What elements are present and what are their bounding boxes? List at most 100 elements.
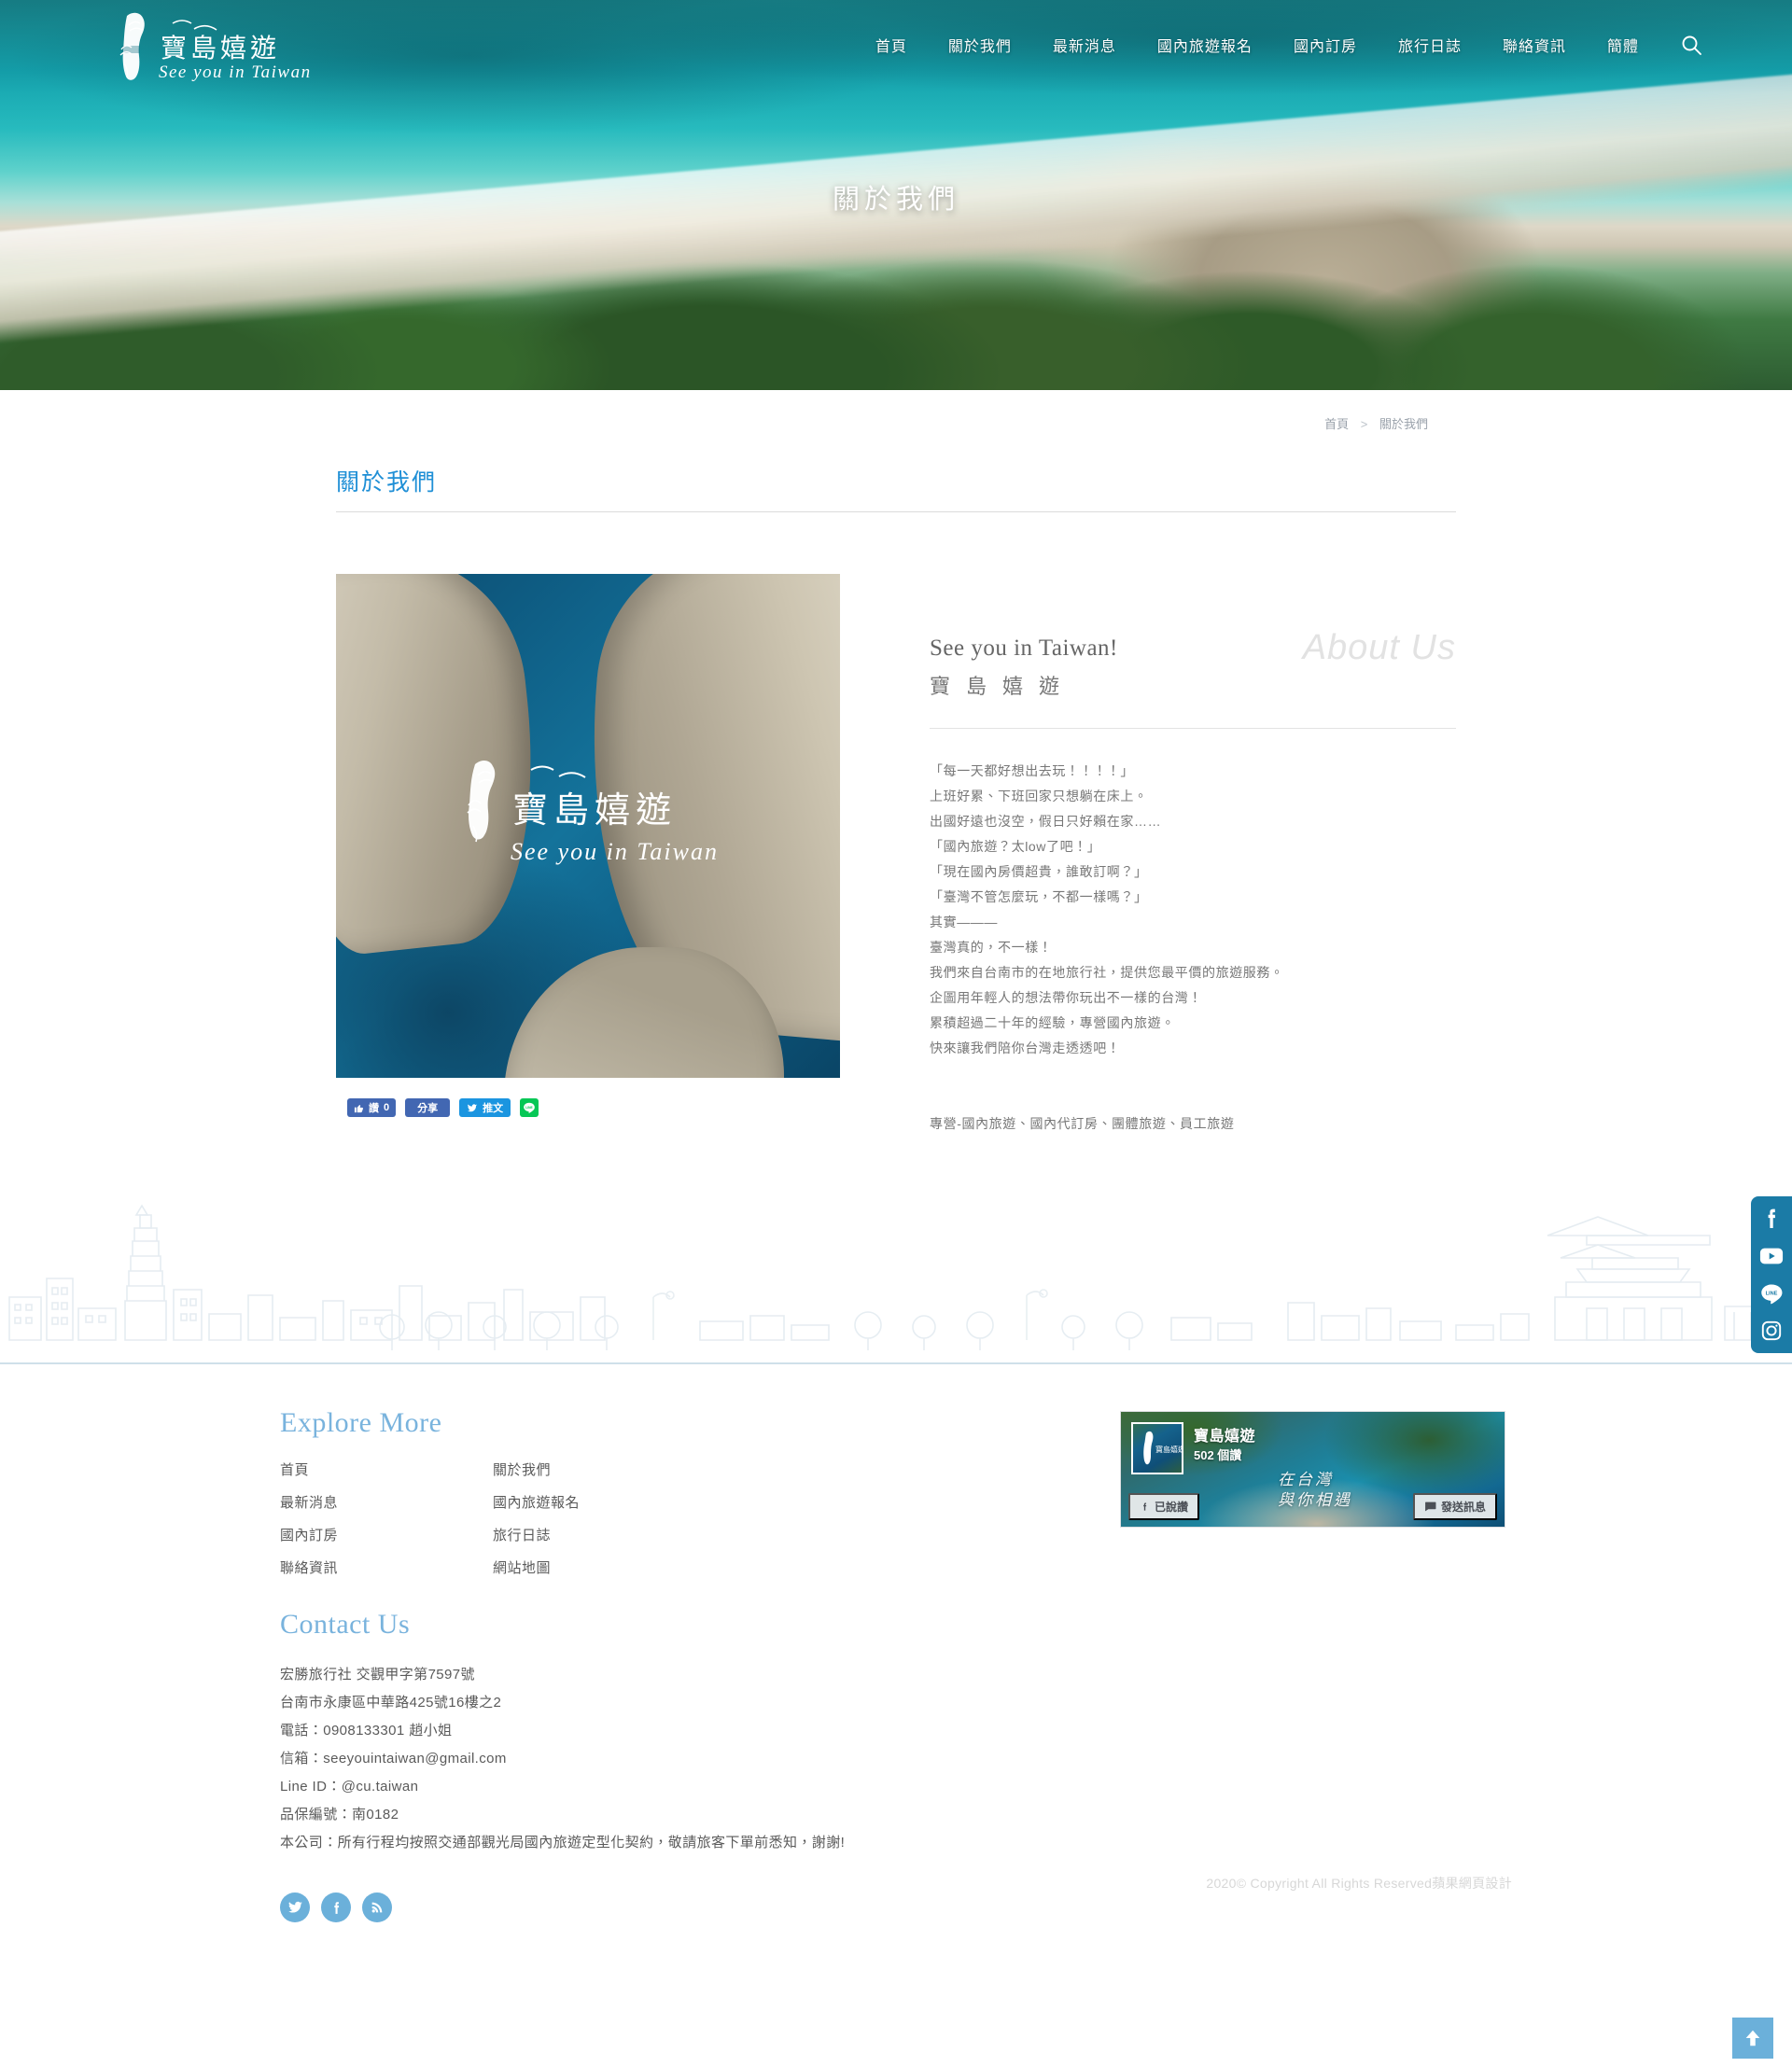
brand-logo-icon: 寶島嬉遊 See you in Taiwan	[467, 761, 719, 865]
site-header: 寶島嬉遊 See you in Taiwan 首頁 關於我們 最新消息 國內旅遊…	[0, 0, 1792, 90]
fb-cover-text-line1: 在台灣	[1278, 1471, 1334, 1489]
share-label: 分享	[417, 1103, 439, 1114]
search-button[interactable]	[1659, 26, 1712, 63]
nav-item-simplified-chinese[interactable]: 簡體	[1587, 24, 1659, 65]
about-line: 臺灣真的，不一樣！	[930, 940, 1053, 956]
about-section: 寶島嬉遊 See you in Taiwan 讚 0 分享 推文 LINE Se…	[336, 512, 1456, 1137]
svg-text:LINE: LINE	[525, 1106, 533, 1110]
about-title-group: See you in Taiwan! 寶島嬉遊	[930, 632, 1303, 702]
search-icon	[1682, 35, 1701, 55]
about-line: 「每一天都好想出去玩！！！！」	[930, 763, 1134, 779]
skyline-icon	[8, 1204, 1791, 1351]
fb-liked-button[interactable]: 已說讚	[1128, 1493, 1200, 1521]
about-watermark: About Us	[1302, 628, 1456, 667]
youtube-icon	[1759, 1248, 1784, 1264]
fb-cover-text-line2: 與你相遇	[1278, 1491, 1352, 1510]
footer-link-home[interactable]: 首頁	[280, 1459, 493, 1479]
about-line: 上班好累、下班回家只想躺在床上。	[930, 789, 1148, 804]
about-headings: See you in Taiwan! 寶島嬉遊 About Us	[930, 628, 1456, 730]
nav-item-home[interactable]: 首頁	[855, 24, 928, 65]
avatar-logo-icon: 寶島嬉遊	[1143, 1432, 1182, 1465]
footer-link-sitemap[interactable]: 網站地圖	[493, 1557, 1120, 1577]
twitter-icon	[468, 1103, 478, 1111]
footer-right-column: 在台灣 與你相遇 寶島嬉遊 寶島嬉遊 502 個讚	[1120, 1407, 1512, 1529]
hero-title: 關於我們	[832, 185, 959, 215]
about-line: 企圖用年輕人的想法帶你玩出不一樣的台灣！	[930, 990, 1202, 1006]
breadcrumb-home[interactable]: 首頁	[1324, 417, 1349, 431]
explore-more-title: Explore More	[280, 1407, 442, 1439]
svg-text:See you in Taiwan: See you in Taiwan	[511, 838, 719, 865]
nav-item-travel-journal[interactable]: 旅行日誌	[1378, 24, 1482, 65]
like-count: 0	[384, 1102, 390, 1113]
line-icon: LINE	[1761, 1284, 1783, 1304]
message-icon	[1425, 1501, 1436, 1512]
about-line: 累積超過二十年的經驗，專營國內旅遊。	[930, 1015, 1175, 1031]
facebook-icon	[1768, 1208, 1775, 1228]
fb-like-count: 502 個讚	[1194, 1448, 1242, 1463]
svg-text:LINE: LINE	[1766, 1291, 1778, 1296]
breadcrumb-current: 關於我們	[1379, 417, 1428, 431]
svg-text:寶島嬉遊: 寶島嬉遊	[161, 34, 280, 63]
about-body: 「每一天都好想出去玩！！！！」 上班好累、下班回家只想躺在床上。 出國好遠也沒空…	[930, 729, 1456, 1137]
about-line: 「現在國內房價超貴，誰敢訂啊？」	[930, 864, 1148, 880]
nav-item-domestic-booking[interactable]: 國內訂房	[1273, 24, 1378, 65]
float-facebook-link[interactable]	[1757, 1205, 1785, 1233]
fb-message-label: 發送訊息	[1440, 1501, 1486, 1515]
footer-contact-info: 宏勝旅行社 交觀甲字第7597號 台南市永康區中華路425號16樓之2 電話：0…	[280, 1661, 1120, 1857]
twitter-share-button[interactable]: 推文	[459, 1098, 511, 1117]
nav-item-domestic-tour-signup[interactable]: 國內旅遊報名	[1137, 24, 1273, 65]
photo-brand-overlay: 寶島嬉遊 See you in Taiwan	[336, 574, 840, 1078]
about-line: 「國內旅遊？太low了吧！」	[930, 839, 1101, 855]
footer-link-tour-signup[interactable]: 國內旅遊報名	[493, 1492, 1120, 1512]
footer-inner: Explore More 首頁 關於我們 最新消息 國內旅遊報名 國內訂房 旅行…	[224, 1407, 1568, 1923]
facebook-share-button[interactable]: 分享	[405, 1098, 451, 1117]
about-line: 我們來自台南市的在地旅行社，提供您最平價的旅遊服務。	[930, 965, 1284, 981]
about-photo: 寶島嬉遊 See you in Taiwan	[336, 574, 840, 1078]
footer-spacer	[0, 1920, 1792, 1988]
contact-line: Line ID：@cu.taiwan	[280, 1779, 419, 1795]
scroll-to-top-button[interactable]	[1732, 2018, 1773, 2059]
about-line: 「臺灣不管怎麼玩，不都一樣嗎？」	[930, 889, 1148, 905]
like-label: 讚	[369, 1103, 379, 1114]
nav-item-news[interactable]: 最新消息	[1032, 24, 1137, 65]
site-logo[interactable]: 寶島嬉遊 See you in Taiwan	[101, 7, 315, 83]
footer-rss-link[interactable]	[362, 1892, 392, 1923]
thumbs-up-icon	[354, 1104, 363, 1112]
about-figure: 寶島嬉遊 See you in Taiwan 讚 0 分享 推文 LINE	[336, 574, 840, 1117]
footer-link-journal[interactable]: 旅行日誌	[493, 1525, 1120, 1544]
line-share-button[interactable]: LINE	[520, 1098, 539, 1117]
float-youtube-link[interactable]	[1757, 1242, 1785, 1270]
floating-social-panel: LINE	[1751, 1196, 1792, 1353]
fb-message-button[interactable]: 發送訊息	[1412, 1493, 1497, 1521]
footer-left-column: Explore More 首頁 關於我們 最新消息 國內旅遊報名 國內訂房 旅行…	[280, 1407, 1120, 1923]
facebook-icon	[333, 1902, 339, 1914]
nav-item-about[interactable]: 關於我們	[928, 24, 1032, 65]
site-footer: Explore More 首頁 關於我們 最新消息 國內旅遊報名 國內訂房 旅行…	[0, 1364, 1792, 1989]
contact-line: 台南市永康區中華路425號16樓之2	[280, 1695, 502, 1711]
contact-line: 信箱：seeyouintaiwan@gmail.com	[280, 1751, 507, 1767]
breadcrumb: 首頁 > 關於我們	[336, 414, 1456, 432]
footer-facebook-link[interactable]	[321, 1892, 351, 1923]
facebook-page-widget[interactable]: 在台灣 與你相遇 寶島嬉遊 寶島嬉遊 502 個讚	[1120, 1411, 1505, 1529]
float-line-link[interactable]: LINE	[1757, 1279, 1785, 1307]
instagram-icon	[1761, 1320, 1782, 1341]
footer-link-booking[interactable]: 國內訂房	[280, 1525, 493, 1544]
svg-text:寶島嬉遊: 寶島嬉遊	[1155, 1445, 1182, 1454]
nav-item-contact[interactable]: 聯絡資訊	[1482, 24, 1587, 65]
footer-twitter-link[interactable]	[280, 1892, 310, 1923]
about-body-spacer	[930, 1086, 1456, 1111]
hero-banner: 寶島嬉遊 See you in Taiwan 首頁 關於我們 最新消息 國內旅遊…	[0, 0, 1792, 390]
footer-link-about[interactable]: 關於我們	[493, 1459, 1120, 1479]
main-navigation: 首頁 關於我們 最新消息 國內旅遊報名 國內訂房 旅行日誌 聯絡資訊 簡體	[855, 24, 1712, 65]
footer-link-contact[interactable]: 聯絡資訊	[280, 1557, 493, 1577]
rss-icon	[371, 1902, 383, 1913]
social-share-row: 讚 0 分享 推文 LINE	[336, 1078, 840, 1117]
contact-line: 電話：0908133301 趙小姐	[280, 1723, 453, 1739]
footer-social-links	[280, 1857, 1120, 1923]
footer-link-news[interactable]: 最新消息	[280, 1492, 493, 1512]
float-instagram-link[interactable]	[1757, 1317, 1785, 1345]
facebook-like-button[interactable]: 讚 0	[347, 1098, 397, 1117]
arrow-up-icon	[1745, 2030, 1760, 2046]
about-body-footer: 專營-國內旅遊、國內代訂房、團體旅遊、員工旅遊	[930, 1116, 1235, 1132]
page-root: 寶島嬉遊 See you in Taiwan 首頁 關於我們 最新消息 國內旅遊…	[0, 0, 1792, 2059]
